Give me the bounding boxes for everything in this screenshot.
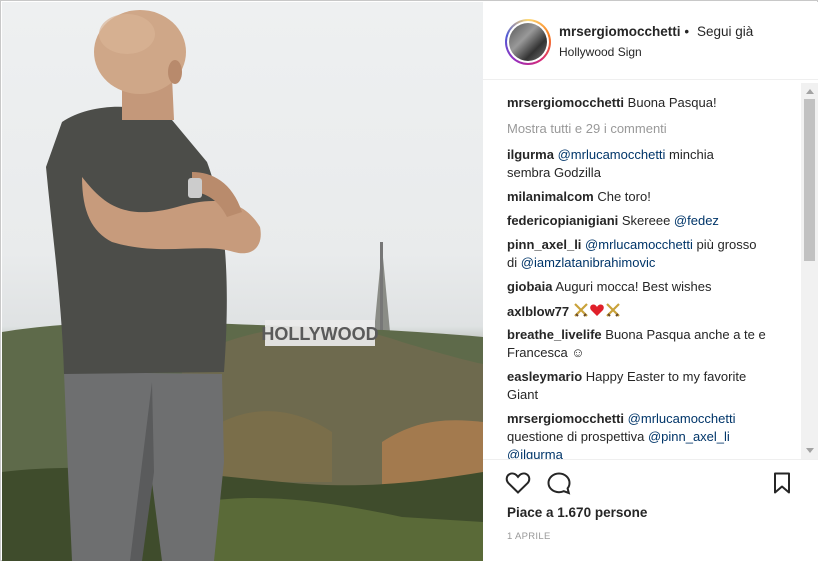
comment-mention[interactable]: @ilgurma [507, 447, 563, 459]
comment-text: Happy Easter to my favorite [585, 369, 747, 384]
comment-mention[interactable]: @mrlucamocchetti [558, 147, 666, 162]
header-username-text[interactable]: mrsergiomocchetti [559, 24, 681, 39]
list-item: axlblow77 [507, 302, 797, 321]
comment-text: di [507, 255, 518, 270]
comment-username[interactable]: breathe_livelife [507, 327, 602, 342]
post-actions: Piace a 1.670 persone 1 APRILE [483, 459, 818, 561]
comment-text: Che toro! [597, 189, 651, 204]
caption-text: Buona Pasqua! [627, 95, 717, 110]
list-item: federicopianigiani Skereee @fedez [507, 212, 797, 230]
avatar-image [509, 23, 547, 61]
comment-text: Buona Pasqua anche a te e [605, 327, 766, 342]
comment-text: Auguri mocca! Best wishes [555, 279, 712, 294]
header-separator: • [684, 24, 690, 39]
list-item: ilgurma @mrlucamocchetti minchia sembra … [507, 146, 797, 182]
list-item: milanimalcom Che toro! [507, 188, 797, 206]
comments-scrollbar[interactable] [801, 83, 818, 459]
comment-username[interactable]: mrsergiomocchetti [507, 95, 624, 110]
likes-count[interactable]: Piace a 1.670 persone [507, 505, 647, 520]
comment-username[interactable]: ilgurma [507, 147, 554, 162]
scroll-up-arrow-icon[interactable] [806, 89, 814, 94]
heart-icon[interactable] [505, 471, 531, 495]
comment-text: minchia [665, 147, 714, 162]
post-date[interactable]: 1 APRILE [507, 531, 551, 542]
comment-text: sembra Godzilla [507, 165, 601, 180]
comment-username[interactable]: mrsergiomocchetti [507, 411, 624, 426]
follow-button[interactable]: Segui già [697, 24, 753, 39]
comment-bubble-icon[interactable] [546, 471, 572, 495]
hollywood-sign: HOLLYWOOD [261, 320, 379, 346]
comment-mention[interactable]: @iamzlatanibrahimovic [521, 255, 656, 270]
svg-text:HOLLYWOOD: HOLLYWOOD [261, 324, 378, 344]
caption: mrsergiomocchetti Buona Pasqua! [507, 94, 797, 112]
list-item: breathe_livelife Buona Pasqua anche a te… [507, 326, 797, 362]
comment-username[interactable]: easleymario [507, 369, 582, 384]
comment-text: Skereee [621, 213, 671, 228]
comment-username[interactable]: giobaia [507, 279, 553, 294]
post-header: mrsergiomocchetti • Segui già Hollywood … [483, 2, 818, 80]
comment-username[interactable]: axlblow77 [507, 304, 569, 319]
heart-emoji-icon [589, 304, 604, 316]
comment-username[interactable]: pinn_axel_li [507, 237, 581, 252]
header-username[interactable]: mrsergiomocchetti • [559, 24, 689, 39]
comment-username[interactable]: milanimalcom [507, 189, 594, 204]
comment-text: Giant [507, 387, 539, 402]
post-photo[interactable]: HOLLYWOOD [2, 2, 483, 561]
comment-mention[interactable]: @mrlucamocchetti [585, 237, 693, 252]
comment-mention[interactable]: @fedez [674, 213, 719, 228]
comment-username[interactable]: federicopianigiani [507, 213, 618, 228]
location-link[interactable]: Hollywood Sign [559, 45, 642, 59]
show-all-comments-link[interactable]: Mostra tutti e 29 i commenti [507, 121, 667, 136]
comment-mention[interactable]: @mrlucamocchetti [628, 411, 736, 426]
post-dialog: HOLLYWOOD mrsergiomocchetti • Segui già … [0, 0, 818, 561]
crossed-swords-icon [573, 303, 588, 317]
comment-mention[interactable]: @pinn_axel_li [648, 429, 730, 444]
bookmark-icon[interactable] [771, 471, 793, 495]
list-item: easleymario Happy Easter to my favorite … [507, 368, 797, 404]
crossed-swords-icon [605, 303, 620, 317]
post-side-panel: mrsergiomocchetti • Segui già Hollywood … [483, 2, 818, 561]
comments-list: mrsergiomocchetti Buona Pasqua! Mostra t… [483, 81, 818, 459]
scroll-down-arrow-icon[interactable] [806, 448, 814, 453]
list-item: mrsergiomocchetti @mrlucamocchetti quest… [507, 410, 797, 459]
list-item: pinn_axel_li @mrlucamocchetti più grosso… [507, 236, 797, 272]
comment-text: questione di prospettiva [507, 429, 645, 444]
scrollbar-thumb[interactable] [804, 99, 815, 261]
avatar[interactable] [505, 19, 551, 65]
comment-text: più grosso [692, 237, 757, 252]
photo-illustration: HOLLYWOOD [2, 10, 483, 561]
list-item: giobaia Auguri mocca! Best wishes [507, 278, 797, 296]
comment-text: Francesca ☺ [507, 345, 585, 360]
